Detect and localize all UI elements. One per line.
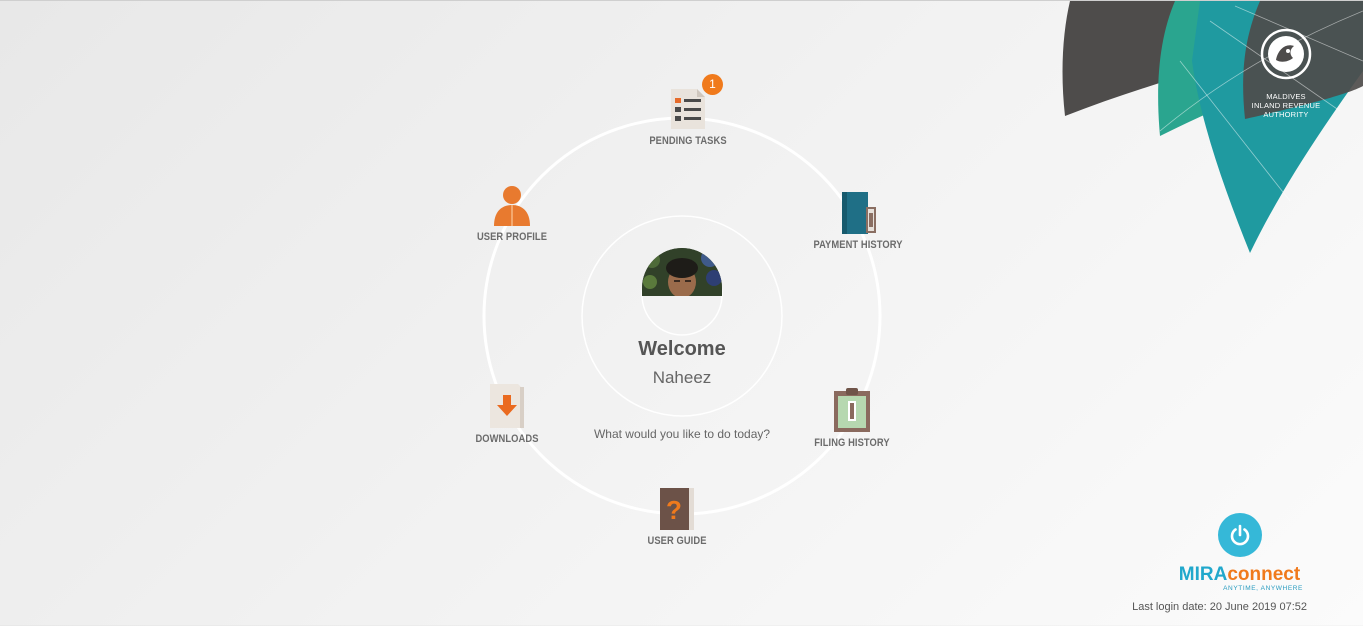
user-profile-button[interactable]: USER PROFILE bbox=[442, 185, 582, 243]
user-guide-button[interactable]: ? USER GUIDE bbox=[607, 487, 747, 547]
authority-line-1: MALDIVES bbox=[1266, 92, 1306, 101]
pending-tasks-label: PENDING TASKS bbox=[649, 135, 727, 147]
user-guide-label: USER GUIDE bbox=[647, 535, 707, 547]
user-profile-label: USER PROFILE bbox=[476, 231, 548, 243]
brand-name-mira: MIRA bbox=[1178, 564, 1228, 585]
avatar-photo bbox=[642, 248, 722, 296]
brand-name-connect: connect bbox=[1227, 564, 1301, 585]
download-icon bbox=[490, 384, 524, 428]
downloads-label: DOWNLOADS bbox=[475, 433, 539, 445]
filing-history-label: FILING HISTORY bbox=[814, 437, 890, 449]
seal-icon bbox=[1260, 28, 1312, 80]
payment-history-label: PAYMENT HISTORY bbox=[813, 239, 903, 251]
mira-connect-brand: MIRAconnect ANYTIME, ANYWHERE bbox=[1172, 513, 1307, 592]
task-list-icon bbox=[671, 89, 705, 129]
downloads-button[interactable]: DOWNLOADS bbox=[437, 383, 577, 445]
authority-line-3: AUTHORITY bbox=[1263, 110, 1309, 119]
logout-button[interactable] bbox=[1217, 513, 1262, 557]
power-icon bbox=[1230, 524, 1249, 546]
welcome-prompt: What would you like to do today? bbox=[593, 427, 771, 441]
brand-tagline: ANYTIME, ANYWHERE bbox=[1223, 585, 1303, 592]
welcome-title: Welcome bbox=[638, 338, 726, 360]
clipboard-icon bbox=[834, 388, 870, 432]
ledger-book-icon bbox=[842, 192, 876, 234]
help-book-icon: ? bbox=[660, 488, 694, 530]
user-icon bbox=[494, 186, 530, 226]
payment-history-button[interactable]: PAYMENT HISTORY bbox=[788, 191, 928, 251]
user-avatar bbox=[642, 248, 722, 296]
svg-text:?: ? bbox=[666, 495, 682, 525]
mira-logo: MALDIVES INLAND REVENUE AUTHORITY bbox=[1240, 27, 1332, 119]
pending-tasks-badge: 1 bbox=[702, 74, 723, 95]
user-name: Naheez bbox=[652, 368, 712, 387]
last-login-date: Last login date: 20 June 2019 07:52 bbox=[1132, 601, 1307, 613]
authority-line-2: INLAND REVENUE bbox=[1251, 101, 1321, 110]
brand-name: MIRAconnect bbox=[1172, 565, 1307, 585]
pending-tasks-button[interactable]: PENDING TASKS 1 bbox=[618, 74, 758, 147]
